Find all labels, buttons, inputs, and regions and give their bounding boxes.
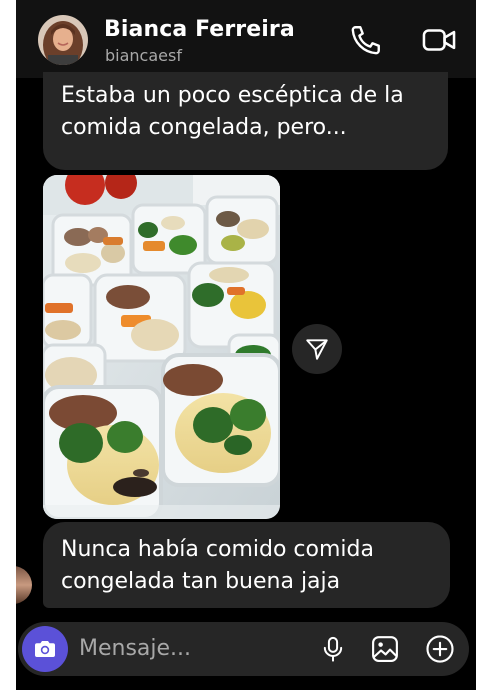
message-input[interactable]: Mensaje... (79, 636, 191, 661)
sender-avatar[interactable] (16, 566, 32, 604)
message-text-line: comida congelada, pero... (61, 115, 347, 140)
contact-avatar[interactable] (38, 15, 88, 65)
message-text-line: congelada tan buena jaja (61, 569, 341, 594)
message-text-line: Estaba un poco escéptica de la (61, 83, 404, 108)
camera-button[interactable] (22, 626, 68, 672)
phone-icon (351, 26, 380, 55)
plus-circle-icon (426, 635, 454, 663)
image-icon (372, 636, 398, 662)
voice-message-button[interactable] (316, 632, 350, 666)
send-icon (306, 339, 328, 360)
chat-screen: Bianca Ferreira biancaesf Estaba un poco… (16, 0, 476, 690)
chat-header: Bianca Ferreira biancaesf (16, 0, 476, 78)
message-composer: Mensaje... (18, 622, 469, 676)
message-bubble[interactable]: Estaba un poco escéptica de la comida co… (43, 72, 448, 170)
message-bubble[interactable]: Nunca había comido comida congelada tan … (43, 522, 450, 608)
more-options-button[interactable] (423, 632, 457, 666)
contact-handle: biancaesf (105, 46, 182, 65)
video-camera-icon (422, 29, 456, 51)
shared-photo[interactable] (43, 175, 280, 519)
camera-icon (35, 641, 55, 657)
video-call-button[interactable] (419, 20, 459, 60)
contact-name[interactable]: Bianca Ferreira (104, 17, 295, 42)
message-text-line: Nunca había comido comida (61, 537, 374, 562)
gallery-button[interactable] (368, 632, 402, 666)
microphone-icon (323, 636, 343, 662)
voice-call-button[interactable] (346, 20, 386, 60)
share-button[interactable] (292, 324, 342, 374)
meal-prep-containers-photo (43, 175, 280, 519)
